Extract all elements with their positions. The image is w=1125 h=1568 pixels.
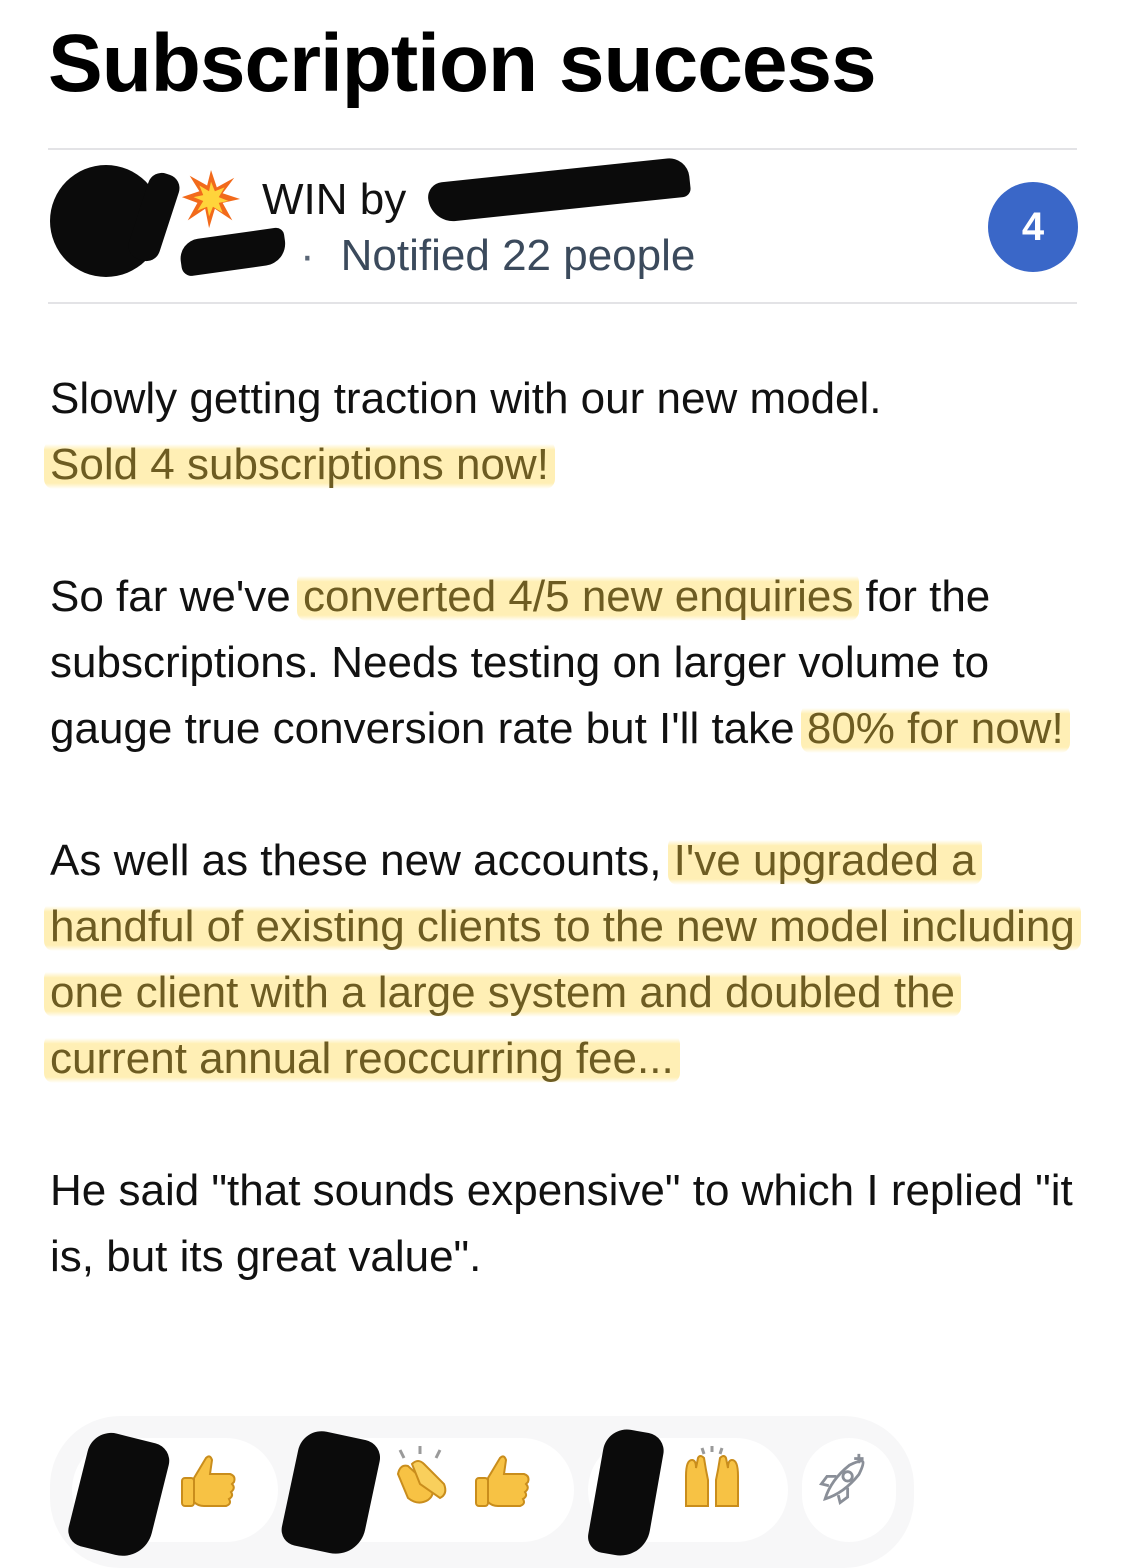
clapping-hands-icon [396,1446,447,1504]
p3-text-a: As well as these new accounts, [50,836,674,885]
bottom-divider [48,302,1077,304]
meta-separator: · [300,231,315,280]
rocket-add-icon[interactable] [812,1452,872,1512]
paragraph-3: As well as these new accounts, I've upgr… [44,828,1100,1092]
author-name-redaction[interactable] [426,156,692,224]
raising-hands-icon [685,1446,739,1507]
paragraph-2: So far we've converted 4/5 new enquiries… [50,564,1100,762]
author-name-redaction-2 [178,226,288,278]
win-by-label: WIN by [262,175,407,224]
p2-highlight-2: 80% for now! [800,704,1070,753]
paragraph-1: Slowly getting traction with our new mod… [44,366,1100,498]
notified-count: Notified 22 people [340,231,696,280]
p2-text-a: So far we've [50,572,303,621]
p1-text: Slowly getting traction with our new mod… [50,374,882,423]
post-meta: · Notified 22 people [300,228,695,284]
collision-burst-icon [181,169,241,229]
page-title: Subscription success [48,18,877,109]
post-body: Slowly getting traction with our new mod… [44,366,1100,1290]
p1-highlight: Sold 4 subscriptions now! [44,440,555,489]
p2-highlight-1: converted 4/5 new enquiries [296,572,860,621]
thumbs-up-icon [475,1455,530,1507]
top-divider [48,148,1077,150]
thumbs-up-icon [181,1455,236,1507]
paragraph-4: He said "that sounds expensive" to which… [50,1166,1073,1281]
comment-count-badge[interactable]: 4 [988,182,1078,272]
